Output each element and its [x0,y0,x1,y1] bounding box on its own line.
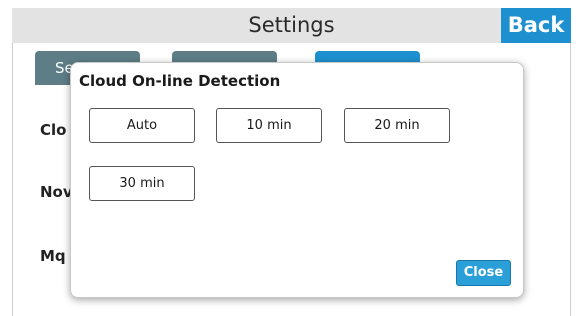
setting-label-3: Mq [40,247,66,265]
page-title: Settings [248,13,335,37]
frame-right-border [570,43,571,316]
cloud-detection-dialog: Cloud On-line Detection Auto 10 min 20 m… [70,62,524,298]
setting-label-2: Nov [40,183,73,201]
back-button[interactable]: Back [501,8,571,43]
option-10-min-button[interactable]: 10 min [216,108,322,143]
option-30-min-button[interactable]: 30 min [89,166,195,201]
frame-left-border [12,43,13,316]
option-20-min-button[interactable]: 20 min [344,108,450,143]
dialog-title: Cloud On-line Detection [79,72,281,90]
option-auto-button[interactable]: Auto [89,108,195,143]
close-button[interactable]: Close [456,260,511,286]
setting-label-1: Clo [40,121,67,139]
header-bar: Settings Back [12,8,571,43]
